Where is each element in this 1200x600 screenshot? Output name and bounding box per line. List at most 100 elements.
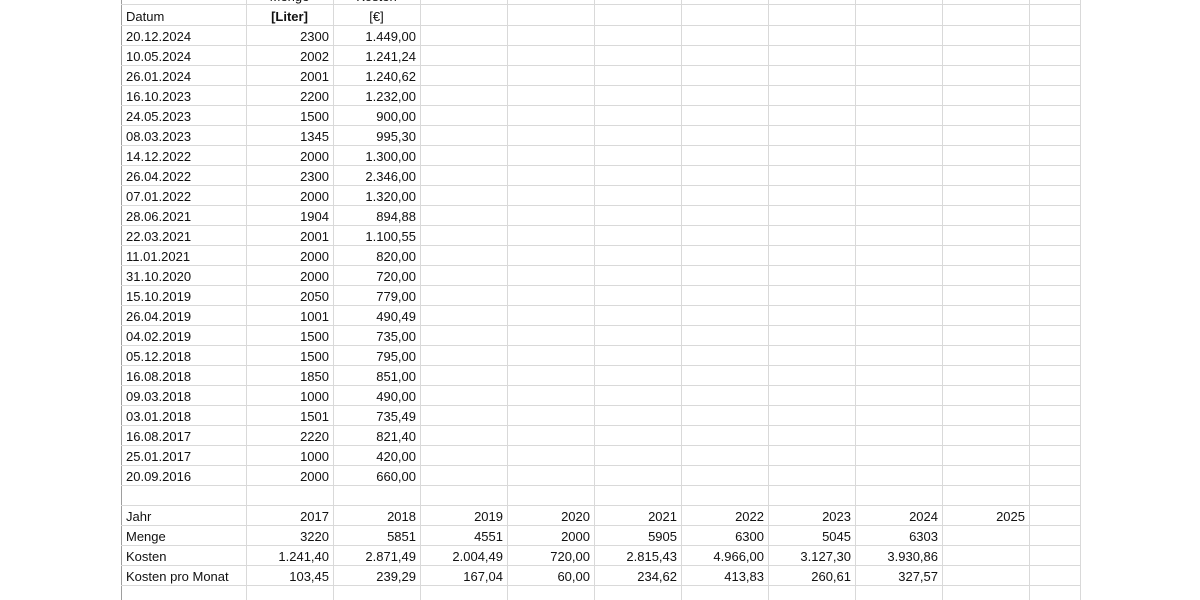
datum-cell[interactable]: 05.12.2018 <box>121 347 246 367</box>
kosten-cell[interactable]: 900,00 <box>333 107 420 127</box>
summary-jahr-label[interactable]: Jahr <box>121 507 246 527</box>
kosten-cell[interactable]: 490,49 <box>333 307 420 327</box>
datum-cell[interactable]: 16.10.2023 <box>121 87 246 107</box>
menge-cell[interactable]: 2001 <box>246 67 333 87</box>
summary-jahr-cell[interactable]: 2018 <box>333 507 420 527</box>
datum-cell[interactable]: 25.01.2017 <box>121 447 246 467</box>
datum-cell[interactable]: 08.03.2023 <box>121 127 246 147</box>
datum-cell[interactable]: 28.06.2021 <box>121 207 246 227</box>
datum-cell[interactable]: 26.04.2019 <box>121 307 246 327</box>
menge-cell[interactable]: 1000 <box>246 387 333 407</box>
summary-kosten-cell[interactable]: 2.871,49 <box>333 547 420 567</box>
summary-kosten-pro-monat-cell[interactable]: 327,57 <box>855 567 942 587</box>
summary-kosten-cell[interactable]: 4.966,00 <box>681 547 768 567</box>
summary-jahr-cell[interactable]: 2019 <box>420 507 507 527</box>
menge-cell[interactable]: 2001 <box>246 227 333 247</box>
header-menge-label[interactable]: Menge <box>246 0 333 7</box>
header-kosten-unit-cell[interactable]: [€] <box>333 7 420 27</box>
menge-cell[interactable]: 1000 <box>246 447 333 467</box>
datum-cell[interactable]: 10.05.2024 <box>121 47 246 67</box>
menge-cell[interactable]: 2000 <box>246 247 333 267</box>
menge-cell[interactable]: 2000 <box>246 267 333 287</box>
datum-cell[interactable]: 11.01.2021 <box>121 247 246 267</box>
datum-cell[interactable]: 16.08.2017 <box>121 427 246 447</box>
datum-cell[interactable]: 16.08.2018 <box>121 367 246 387</box>
summary-kosten-pro-monat-cell[interactable]: 103,45 <box>246 567 333 587</box>
menge-cell[interactable]: 2050 <box>246 287 333 307</box>
summary-menge-cell[interactable] <box>942 527 1029 547</box>
datum-cell[interactable]: 31.10.2020 <box>121 267 246 287</box>
summary-kosten-pro-monat-cell[interactable]: 167,04 <box>420 567 507 587</box>
datum-cell[interactable]: 14.12.2022 <box>121 147 246 167</box>
summary-kosten-pro-monat-cell[interactable]: 260,61 <box>768 567 855 587</box>
datum-cell[interactable]: 24.05.2023 <box>121 107 246 127</box>
summary-kosten-cell[interactable]: 2.004,49 <box>420 547 507 567</box>
summary-menge-cell[interactable]: 2000 <box>507 527 594 547</box>
menge-cell[interactable]: 2300 <box>246 27 333 47</box>
menge-cell[interactable]: 2200 <box>246 87 333 107</box>
datum-cell[interactable]: 04.02.2019 <box>121 327 246 347</box>
menge-cell[interactable]: 1345 <box>246 127 333 147</box>
header-datum-cell[interactable]: Datum <box>121 7 246 27</box>
menge-cell[interactable]: 1500 <box>246 327 333 347</box>
summary-jahr-cell[interactable]: 2020 <box>507 507 594 527</box>
summary-menge-cell[interactable]: 5905 <box>594 527 681 547</box>
menge-cell[interactable]: 2000 <box>246 467 333 487</box>
summary-kosten-pro-monat-cell[interactable]: 60,00 <box>507 567 594 587</box>
kosten-cell[interactable]: 720,00 <box>333 267 420 287</box>
kosten-cell[interactable]: 820,00 <box>333 247 420 267</box>
kosten-cell[interactable]: 851,00 <box>333 367 420 387</box>
kosten-cell[interactable]: 1.449,00 <box>333 27 420 47</box>
menge-cell[interactable]: 2000 <box>246 187 333 207</box>
kosten-cell[interactable]: 894,88 <box>333 207 420 227</box>
kosten-cell[interactable]: 1.232,00 <box>333 87 420 107</box>
datum-cell[interactable]: 26.04.2022 <box>121 167 246 187</box>
summary-jahr-cell[interactable]: 2023 <box>768 507 855 527</box>
datum-cell[interactable]: 09.03.2018 <box>121 387 246 407</box>
kosten-cell[interactable]: 1.240,62 <box>333 67 420 87</box>
datum-cell[interactable]: 03.01.2018 <box>121 407 246 427</box>
summary-menge-cell[interactable]: 4551 <box>420 527 507 547</box>
summary-menge-cell[interactable]: 3220 <box>246 527 333 547</box>
summary-kosten-cell[interactable]: 1.241,40 <box>246 547 333 567</box>
datum-cell[interactable]: 20.09.2016 <box>121 467 246 487</box>
kosten-cell[interactable]: 490,00 <box>333 387 420 407</box>
summary-jahr-cell[interactable]: 2025 <box>942 507 1029 527</box>
kosten-cell[interactable]: 2.346,00 <box>333 167 420 187</box>
summary-kosten-cell[interactable]: 3.930,86 <box>855 547 942 567</box>
menge-cell[interactable]: 1501 <box>246 407 333 427</box>
header-menge-unit-cell[interactable]: [Liter] <box>246 7 333 27</box>
header-kosten-label[interactable]: Kosten <box>333 0 420 7</box>
summary-kosten-pro-monat-cell[interactable]: 234,62 <box>594 567 681 587</box>
datum-cell[interactable]: 26.01.2024 <box>121 67 246 87</box>
datum-cell[interactable]: 22.03.2021 <box>121 227 246 247</box>
menge-cell[interactable]: 1850 <box>246 367 333 387</box>
summary-kosten-pro-monat-cell[interactable] <box>942 567 1029 587</box>
datum-cell[interactable]: 20.12.2024 <box>121 27 246 47</box>
summary-kosten-label[interactable]: Kosten <box>121 547 246 567</box>
summary-jahr-cell[interactable]: 2021 <box>594 507 681 527</box>
menge-cell[interactable]: 1500 <box>246 347 333 367</box>
menge-cell[interactable]: 1904 <box>246 207 333 227</box>
menge-cell[interactable]: 2002 <box>246 47 333 67</box>
kosten-cell[interactable]: 660,00 <box>333 467 420 487</box>
kosten-cell[interactable]: 995,30 <box>333 127 420 147</box>
kosten-cell[interactable]: 1.100,55 <box>333 227 420 247</box>
spreadsheet-grid[interactable]: MengeKostenDatum[Liter][€]20.12.20242300… <box>0 0 1200 600</box>
kosten-cell[interactable]: 821,40 <box>333 427 420 447</box>
kosten-cell[interactable]: 1.300,00 <box>333 147 420 167</box>
summary-jahr-cell[interactable]: 2024 <box>855 507 942 527</box>
summary-kosten-cell[interactable]: 3.127,30 <box>768 547 855 567</box>
summary-menge-label[interactable]: Menge <box>121 527 246 547</box>
summary-menge-cell[interactable]: 6303 <box>855 527 942 547</box>
menge-cell[interactable]: 1001 <box>246 307 333 327</box>
summary-menge-cell[interactable]: 5045 <box>768 527 855 547</box>
summary-jahr-cell[interactable]: 2022 <box>681 507 768 527</box>
summary-kosten-pro-monat-cell[interactable]: 413,83 <box>681 567 768 587</box>
menge-cell[interactable]: 1500 <box>246 107 333 127</box>
datum-cell[interactable]: 15.10.2019 <box>121 287 246 307</box>
summary-kosten-pro-monat-cell[interactable]: 239,29 <box>333 567 420 587</box>
menge-cell[interactable]: 2220 <box>246 427 333 447</box>
kosten-cell[interactable]: 735,00 <box>333 327 420 347</box>
summary-kosten-cell[interactable]: 720,00 <box>507 547 594 567</box>
